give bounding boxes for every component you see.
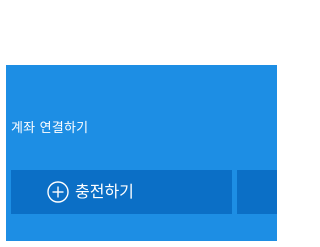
connect-account-link[interactable]: 계좌 연결하기 — [11, 117, 88, 136]
top-area — [0, 0, 277, 65]
charge-button[interactable]: 충전하기 — [11, 170, 232, 214]
side-button[interactable] — [237, 170, 277, 214]
page: 계좌 연결하기 충전하기 — [0, 0, 277, 247]
wallet-panel: 계좌 연결하기 충전하기 — [6, 65, 277, 241]
plus-circle-icon — [47, 181, 69, 203]
charge-button-label: 충전하기 — [75, 182, 134, 201]
